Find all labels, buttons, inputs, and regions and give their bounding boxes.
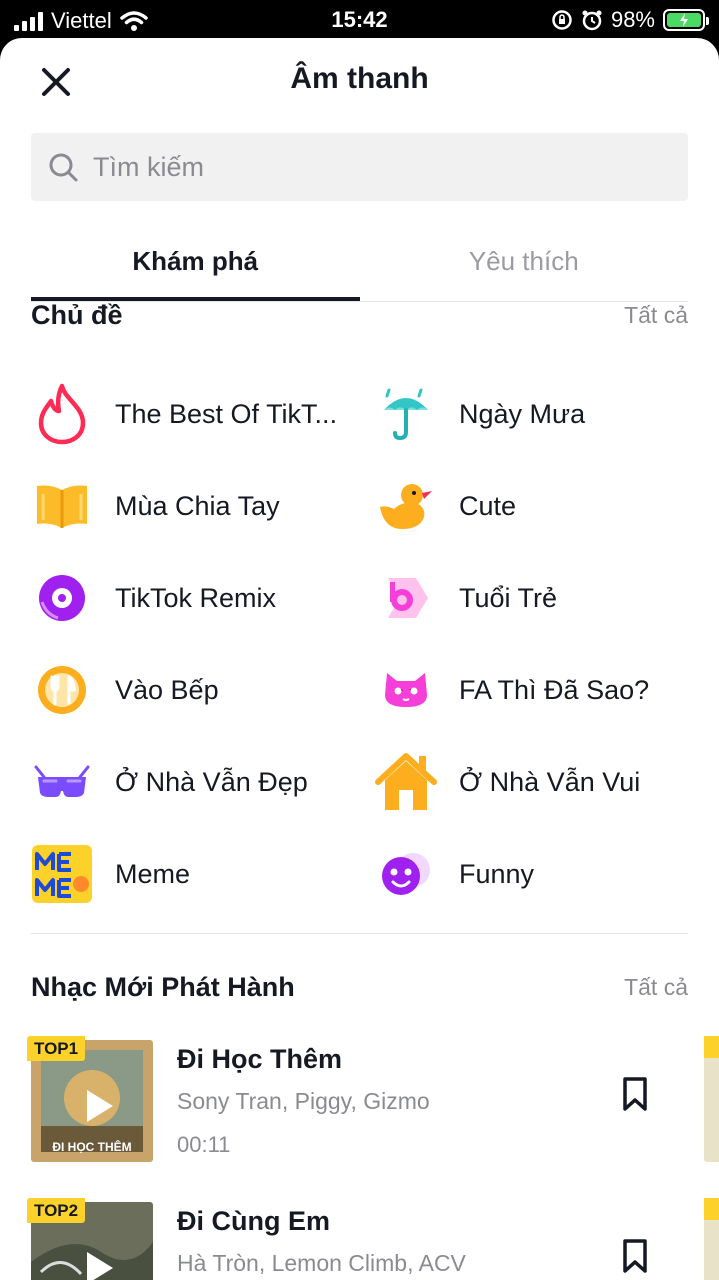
section-divider	[31, 933, 688, 934]
battery-percent: 98%	[610, 7, 655, 32]
new-releases-header: Nhạc Mới Phát Hành Tất cả	[31, 972, 688, 1003]
song-artists: Hà Tròn, Lemon Climb, ACV	[177, 1250, 466, 1276]
rotation-lock-icon	[552, 10, 572, 30]
song-row[interactable]: TOP1 ĐI HỌC THÊM Đi Học Thêm Sony Tran, …	[27, 1036, 719, 1176]
topic-item[interactable]: Funny	[375, 828, 688, 920]
topic-label: Mùa Chia Tay	[115, 490, 280, 521]
topics-see-all-link[interactable]: Tất cả	[624, 302, 688, 329]
rank-badge: TOP1	[27, 1036, 86, 1061]
topic-item[interactable]: Tuổi Trẻ	[375, 552, 688, 644]
duck-icon	[375, 475, 437, 537]
topic-item[interactable]: The Best Of TikT...	[31, 368, 375, 460]
sheet-header: Âm thanh	[0, 38, 719, 128]
umbrella-icon	[375, 383, 437, 445]
topics-header: Chủ đề Tất cả	[31, 300, 688, 331]
new-releases-see-all-link[interactable]: Tất cả	[624, 974, 688, 1001]
topic-item[interactable]: Cute	[375, 460, 688, 552]
song-duration: 00:11	[177, 1132, 231, 1157]
topic-item[interactable]: TikTok Remix	[31, 552, 375, 644]
house-icon	[375, 751, 437, 813]
next-item-peek[interactable]	[704, 1036, 719, 1162]
play-icon[interactable]	[75, 1084, 119, 1128]
new-releases-title: Nhạc Mới Phát Hành	[31, 972, 295, 1002]
topic-label: Meme	[115, 858, 191, 889]
topic-label: Ở Nhà Vẫn Vui	[459, 766, 641, 797]
topics-title: Chủ đề	[31, 300, 123, 330]
topic-label: Funny	[459, 858, 535, 889]
topic-label: Ngày Mưa	[459, 398, 586, 429]
vinyl-icon	[31, 567, 93, 629]
flame-icon	[31, 383, 93, 445]
topic-label: FA Thì Đã Sao?	[459, 674, 650, 705]
alarm-icon	[582, 10, 602, 31]
song-row[interactable]: TOP2 Đi Cùng Em Hà Tròn, Lemon Climb, AC…	[27, 1198, 719, 1280]
topic-label: Tuổi Trẻ	[459, 582, 558, 613]
search-input[interactable]	[93, 151, 653, 183]
topic-label: Ở Nhà Vẫn Đẹp	[115, 766, 308, 797]
topic-item[interactable]: Ngày Mưa	[375, 368, 688, 460]
tab-discover[interactable]: Khám phá	[31, 234, 360, 301]
tab-bar: Khám phá Yêu thích	[31, 234, 688, 302]
topic-item[interactable]: Ở Nhà Vẫn Đẹp	[31, 736, 375, 828]
topic-label: Vào Bếp	[115, 674, 219, 705]
topic-item[interactable]: Mùa Chia Tay	[31, 460, 375, 552]
song-title: Đi Học Thêm	[177, 1044, 343, 1074]
topic-label: TikTok Remix	[115, 582, 277, 613]
search-icon	[49, 153, 78, 182]
topic-item[interactable]: Vào Bếp	[31, 644, 375, 736]
topic-label: The Best Of TikT...	[115, 398, 338, 429]
tab-favorites[interactable]: Yêu thích	[360, 234, 689, 301]
play-icon[interactable]	[75, 1246, 119, 1280]
cat-icon	[375, 659, 437, 721]
glasses-icon	[31, 751, 93, 813]
cover-caption: ĐI HỌC THÊM	[52, 1140, 132, 1154]
next-item-peek[interactable]	[704, 1198, 719, 1280]
cooking-icon	[31, 659, 93, 721]
topics-grid: The Best Of TikT... Ngày Mưa Mùa Chia Ta…	[31, 368, 688, 920]
topic-label: Cute	[459, 490, 517, 521]
topic-item[interactable]: Meme	[31, 828, 375, 920]
search-bar[interactable]	[31, 133, 688, 201]
page-title: Âm thanh	[290, 62, 429, 95]
funny-face-icon	[375, 843, 437, 905]
bookmark-icon[interactable]	[621, 1238, 649, 1274]
meme-icon	[31, 843, 93, 905]
song-artists: Sony Tran, Piggy, Gizmo	[177, 1088, 430, 1114]
battery-icon	[663, 9, 709, 31]
topic-item[interactable]: FA Thì Đã Sao?	[375, 644, 688, 736]
book-icon	[31, 475, 93, 537]
rank-badge: TOP2	[27, 1198, 86, 1223]
youth-icon	[375, 567, 437, 629]
status-bar: Viettel 15:42 98%	[0, 0, 719, 40]
bookmark-icon[interactable]	[621, 1076, 649, 1112]
sound-sheet: Âm thanh Khám phá Yêu thích Chủ đề Tất c…	[0, 38, 719, 1280]
song-title: Đi Cùng Em	[177, 1206, 330, 1236]
topic-item[interactable]: Ở Nhà Vẫn Vui	[375, 736, 688, 828]
